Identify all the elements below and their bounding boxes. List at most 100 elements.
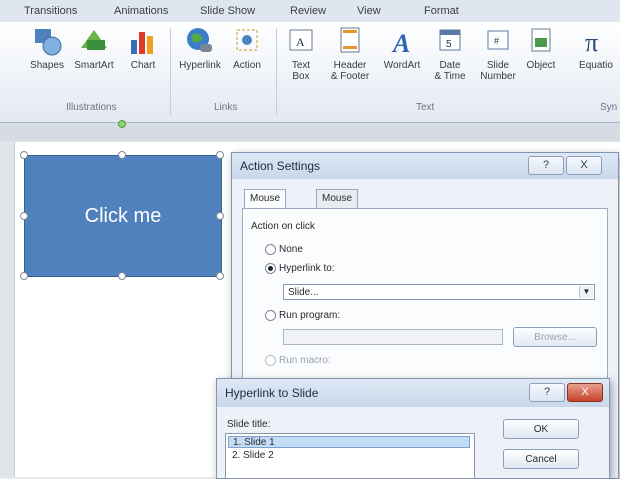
rotation-handle[interactable] xyxy=(118,120,126,128)
resize-handle[interactable] xyxy=(216,272,224,280)
hyperlink-globe-icon xyxy=(187,28,212,52)
list-item[interactable]: 2. Slide 2 xyxy=(228,450,470,462)
click-me-shape[interactable]: Click me xyxy=(24,155,222,277)
tab-transitions[interactable]: Transitions xyxy=(24,5,77,17)
hyperlink-target-select[interactable]: Slide... ▼ xyxy=(283,284,595,300)
date-time-label-line2: & Time xyxy=(434,71,466,82)
ribbon: Shapes SmartArt Chart Hyperlink Action A… xyxy=(0,22,620,123)
slide-title-label: Slide title: xyxy=(227,419,271,430)
list-item[interactable]: 1. Slide 1 xyxy=(228,436,470,448)
wordart-label: WordArt xyxy=(383,60,421,71)
smartart-label: SmartArt xyxy=(74,60,114,71)
pi-icon: π xyxy=(585,28,598,56)
hyperlink-to-slide-dialog: Hyperlink to Slide ? X Slide title: 1. S… xyxy=(216,378,610,479)
hyperlink-button[interactable]: Hyperlink xyxy=(178,26,222,71)
object-label: Object xyxy=(526,60,556,71)
date-time-button[interactable]: 5 Date & Time xyxy=(430,26,470,82)
wordart-icon: A xyxy=(391,29,410,56)
action-settings-titlebar: Action Settings ? X xyxy=(232,153,618,179)
hyperlink-label: Hyperlink xyxy=(179,60,221,71)
equation-button[interactable]: π Equatio xyxy=(572,26,620,71)
run-program-field[interactable] xyxy=(283,329,503,345)
run-macro-radio[interactable] xyxy=(265,355,276,366)
run-program-radio[interactable] xyxy=(265,310,276,321)
smartart-icon xyxy=(81,30,107,50)
resize-handle[interactable] xyxy=(20,212,28,220)
hyperlink-to-label: Hyperlink to: xyxy=(279,263,335,274)
group-illustrations: Illustrations xyxy=(66,102,117,113)
hyperlink-to-slide-titlebar: Hyperlink to Slide ? X xyxy=(217,379,609,407)
action-icon xyxy=(236,29,258,51)
text-box-label-line2: Box xyxy=(292,71,310,82)
svg-text:A: A xyxy=(391,29,410,56)
action-on-click-label: Action on click xyxy=(251,221,315,232)
action-label: Action xyxy=(233,60,261,71)
tab-slide-show[interactable]: Slide Show xyxy=(200,5,255,17)
tab-mouse-over[interactable]: Mouse Over xyxy=(316,189,359,222)
slide-number-label-line1: Slide xyxy=(486,60,510,71)
chevron-down-icon[interactable]: ▼ xyxy=(579,286,593,298)
help-button[interactable]: ? xyxy=(529,383,565,402)
header-footer-label-line2: & Footer xyxy=(330,71,370,82)
shapes-button[interactable]: Shapes xyxy=(30,26,64,71)
chart-label: Chart xyxy=(130,60,156,71)
tab-review[interactable]: Review xyxy=(290,5,326,17)
header-footer-button[interactable]: Header & Footer xyxy=(326,26,374,82)
dialog-title: Action Settings xyxy=(240,159,321,173)
slide-number-button[interactable]: # Slide Number xyxy=(476,26,520,82)
none-label: None xyxy=(279,244,303,255)
shapes-label: Shapes xyxy=(30,60,64,71)
resize-handle[interactable] xyxy=(118,272,126,280)
group-symbols: Syn xyxy=(600,102,618,113)
run-program-label: Run program: xyxy=(279,310,341,321)
resize-handle[interactable] xyxy=(216,212,224,220)
ribbon-separator xyxy=(276,28,277,116)
help-button[interactable]: ? xyxy=(528,156,564,175)
close-button[interactable]: X xyxy=(566,156,602,175)
browse-button[interactable]: Browse... xyxy=(513,327,597,347)
slide-number-icon: # xyxy=(487,30,509,50)
text-box-label-line1: Text xyxy=(291,60,311,71)
dialog-title: Hyperlink to Slide xyxy=(225,386,319,400)
text-box-button[interactable]: A Text Box xyxy=(286,26,316,82)
chart-icon xyxy=(131,32,153,54)
tab-format[interactable]: Format xyxy=(424,5,459,17)
resize-handle[interactable] xyxy=(20,272,28,280)
svg-text:A: A xyxy=(296,35,305,49)
smartart-button[interactable]: SmartArt xyxy=(70,26,118,71)
date-time-label-line1: Date xyxy=(439,60,461,71)
hyperlink-radio[interactable] xyxy=(265,263,276,274)
resize-handle[interactable] xyxy=(118,151,126,159)
chart-button[interactable]: Chart xyxy=(126,26,160,71)
svg-text:5: 5 xyxy=(446,39,452,50)
equation-label: Equatio xyxy=(579,60,613,71)
header-footer-icon xyxy=(340,27,360,53)
text-box-icon: A xyxy=(289,29,313,51)
shape-text: Click me xyxy=(84,204,162,227)
group-links: Links xyxy=(214,102,238,113)
action-button[interactable]: Action xyxy=(230,26,264,71)
tab-animations[interactable]: Animations xyxy=(114,5,168,17)
tab-view[interactable]: View xyxy=(357,5,381,17)
tab-mouse-click[interactable]: Mouse Click xyxy=(244,189,287,222)
resize-handle[interactable] xyxy=(20,151,28,159)
hyperlink-target-value: Slide... xyxy=(288,287,319,298)
ribbon-bottom-stripe xyxy=(0,123,620,141)
close-button[interactable]: X xyxy=(567,383,603,402)
group-text: Text xyxy=(416,102,435,113)
slide-number-label-line2: Number xyxy=(480,71,516,82)
header-footer-label-line1: Header xyxy=(333,60,367,71)
slide-list[interactable]: 1. Slide 1 2. Slide 2 xyxy=(225,433,475,479)
shapes-icon xyxy=(35,29,62,56)
calendar-icon: 5 xyxy=(439,29,461,51)
ribbon-tab-bar: Transitions Animations Slide Show Review… xyxy=(0,0,620,23)
cancel-button[interactable]: Cancel xyxy=(503,449,579,469)
ribbon-separator xyxy=(170,28,171,116)
svg-text:π: π xyxy=(585,28,598,56)
wordart-button[interactable]: A WordArt xyxy=(380,26,424,71)
svg-text:#: # xyxy=(494,36,499,46)
resize-handle[interactable] xyxy=(216,151,224,159)
none-radio[interactable] xyxy=(265,244,276,255)
ok-button[interactable]: OK xyxy=(503,419,579,439)
object-button[interactable]: Object xyxy=(524,26,558,71)
